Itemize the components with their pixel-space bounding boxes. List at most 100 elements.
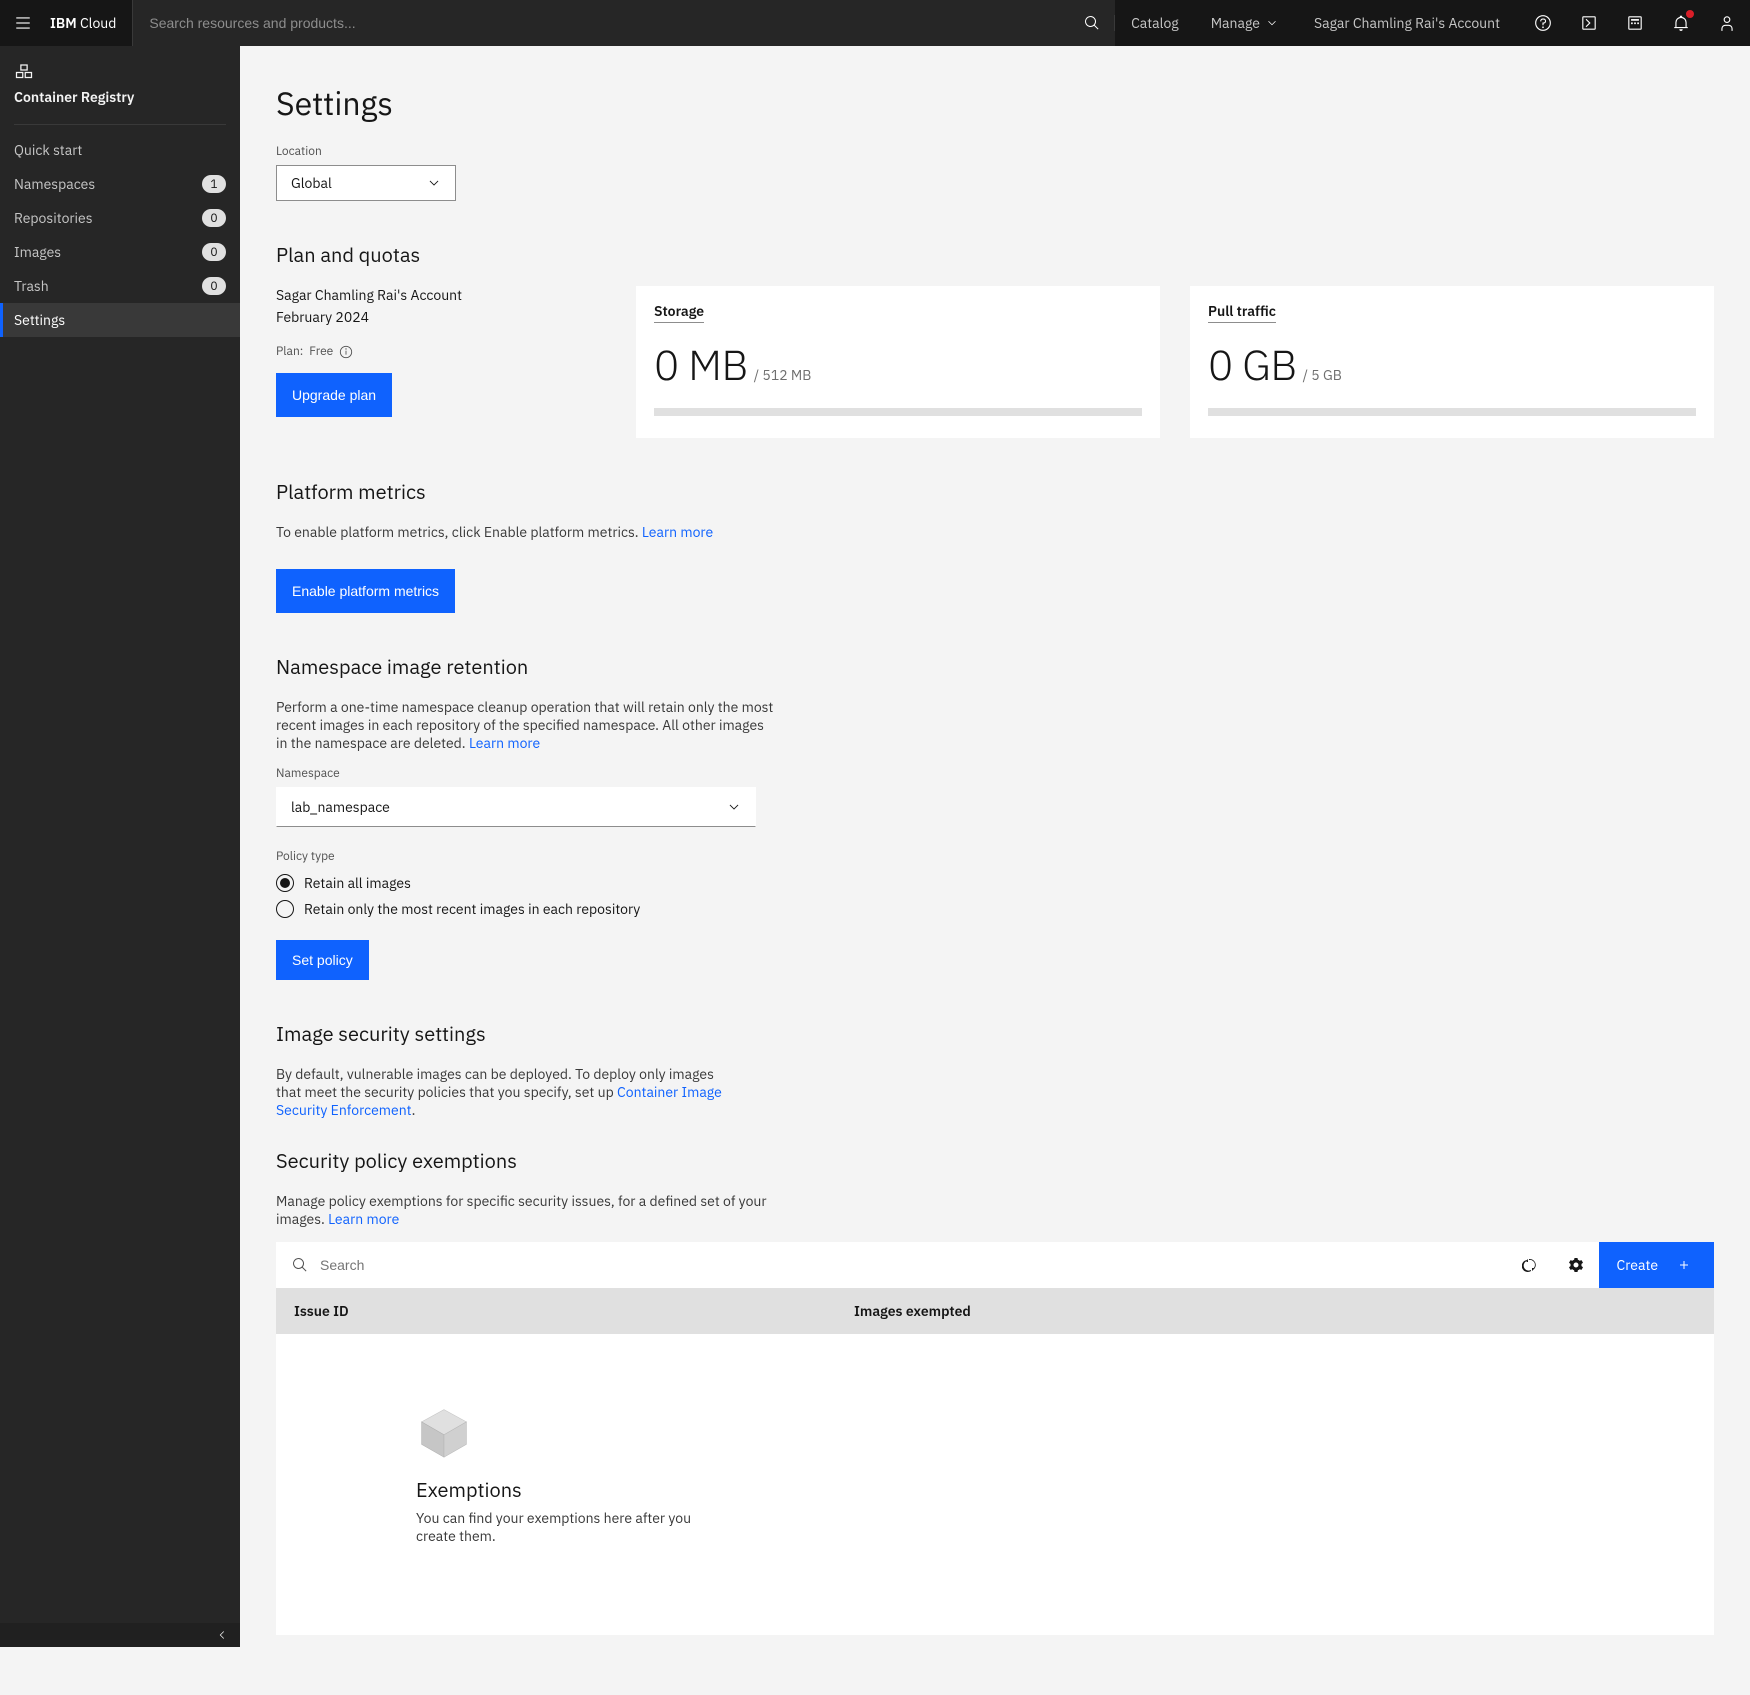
exemptions-empty-state: Exemptions You can find your exemptions … [276, 1334, 1714, 1635]
plan-heading: Plan and quotas [276, 241, 1714, 268]
empty-body: You can find your exemptions here after … [416, 1509, 716, 1545]
sidebar-collapse[interactable] [0, 1623, 240, 1647]
security-heading: Image security settings [276, 1020, 1714, 1047]
sidebar-item-label: Images [14, 243, 61, 261]
enable-platform-metrics-button[interactable]: Enable platform metrics [276, 569, 455, 613]
page-title: Settings [276, 82, 1714, 124]
shell-button[interactable] [1566, 0, 1612, 46]
hamburger-menu-button[interactable] [0, 0, 46, 46]
radio-label: Retain only the most recent images in ea… [304, 900, 640, 918]
exemptions-learn-more-link[interactable]: Learn more [328, 1210, 399, 1228]
metrics-body: To enable platform metrics, click Enable… [276, 523, 776, 541]
search-submit[interactable] [1069, 15, 1115, 31]
plan-month: February 2024 [276, 308, 606, 326]
search-icon [1084, 15, 1100, 31]
storage-title: Storage [654, 302, 704, 323]
namespace-label: Namespace [276, 766, 1714, 781]
chevron-down-icon [427, 176, 441, 190]
policy-retain-recent[interactable]: Retain only the most recent images in ea… [276, 900, 1714, 918]
top-bar: IBM Cloud Catalog Manage Sagar Chamling … [0, 0, 1750, 46]
sidebar: Container Registry Quick start Namespace… [0, 46, 240, 1647]
sidebar-item-quick-start[interactable]: Quick start [0, 133, 240, 167]
notification-dot [1686, 10, 1694, 18]
retention-learn-more-link[interactable]: Learn more [469, 734, 540, 752]
search-input[interactable] [133, 0, 1069, 46]
empty-title: Exemptions [416, 1476, 1694, 1503]
plan-row: Sagar Chamling Rai's Account February 20… [276, 286, 1714, 438]
container-registry-icon [14, 60, 226, 84]
notifications-button[interactable] [1658, 0, 1704, 46]
storage-cap: / 512 MB [754, 366, 812, 384]
storage-progress [654, 408, 1142, 416]
refresh-button[interactable] [1507, 1242, 1553, 1288]
security-body: By default, vulnerable images can be dep… [276, 1065, 736, 1119]
location-value: Global [291, 174, 332, 192]
pull-value: 0 GB [1208, 337, 1297, 392]
radio-label: Retain all images [304, 874, 411, 892]
brand-second: Cloud [80, 14, 116, 32]
upgrade-plan-button[interactable]: Upgrade plan [276, 373, 392, 417]
brand[interactable]: IBM Cloud [46, 0, 133, 46]
global-search [133, 0, 1115, 46]
radio-icon [276, 874, 294, 892]
storage-card: Storage 0 MB / 512 MB [636, 286, 1160, 438]
refresh-icon [1522, 1257, 1538, 1273]
main-content: Settings Location Global Plan and quotas… [240, 46, 1750, 1695]
namespace-select[interactable]: lab_namespace [276, 787, 756, 827]
sidebar-divider [14, 124, 226, 125]
account-switcher[interactable]: Sagar Chamling Rai's Account [1294, 0, 1520, 46]
plan-account: Sagar Chamling Rai's Account [276, 286, 606, 304]
sidebar-item-label: Namespaces [14, 175, 95, 193]
plus-icon [1676, 1257, 1692, 1273]
sidebar-badge: 1 [202, 175, 226, 193]
pull-title: Pull traffic [1208, 302, 1276, 323]
retention-heading: Namespace image retention [276, 653, 1714, 680]
nav-manage[interactable]: Manage [1195, 0, 1294, 46]
nav-catalog[interactable]: Catalog [1115, 0, 1195, 46]
location-label: Location [276, 144, 1714, 159]
terminal-icon [1580, 14, 1598, 32]
sidebar-item-settings[interactable]: Settings [0, 303, 240, 337]
sidebar-item-label: Quick start [14, 141, 82, 159]
gear-icon [1568, 1257, 1584, 1273]
sidebar-item-repositories[interactable]: Repositories 0 [0, 201, 240, 235]
chevron-left-icon [216, 1629, 228, 1641]
col-images-exempted[interactable]: Images exempted [836, 1302, 1714, 1320]
radio-icon [276, 900, 294, 918]
sidebar-title: Container Registry [14, 88, 226, 106]
help-button[interactable] [1520, 0, 1566, 46]
exemptions-heading: Security policy exemptions [276, 1147, 1714, 1174]
sidebar-item-label: Trash [14, 277, 49, 295]
menu-icon [14, 14, 32, 32]
calculator-icon [1626, 14, 1644, 32]
pull-progress [1208, 408, 1696, 416]
user-avatar-button[interactable] [1704, 0, 1750, 46]
sidebar-item-label: Repositories [14, 209, 93, 227]
col-issue-id[interactable]: Issue ID [276, 1302, 836, 1320]
exemptions-toolbar: Create [276, 1242, 1714, 1288]
cost-estimator-button[interactable] [1612, 0, 1658, 46]
search-icon [292, 1257, 308, 1273]
sidebar-item-namespaces[interactable]: Namespaces 1 [0, 167, 240, 201]
exemptions-table-header: Issue ID Images exempted [276, 1288, 1714, 1334]
metrics-heading: Platform metrics [276, 478, 1714, 505]
namespace-value: lab_namespace [291, 798, 390, 816]
brand-first: IBM [50, 14, 77, 32]
info-icon[interactable] [339, 345, 353, 359]
pull-cap: / 5 GB [1303, 366, 1342, 384]
exemptions-panel: Create Issue ID Images exempted Exemptio… [276, 1242, 1714, 1635]
pull-card: Pull traffic 0 GB / 5 GB [1190, 286, 1714, 438]
policy-retain-all[interactable]: Retain all images [276, 874, 1714, 892]
location-select[interactable]: Global [276, 165, 456, 201]
metrics-learn-more-link[interactable]: Learn more [642, 523, 713, 541]
policy-type-group: Retain all images Retain only the most r… [276, 874, 1714, 918]
settings-button[interactable] [1553, 1242, 1599, 1288]
policy-type-label: Policy type [276, 849, 1714, 864]
sidebar-badge: 0 [202, 243, 226, 261]
exemptions-search-input[interactable] [318, 1256, 1491, 1274]
sidebar-item-images[interactable]: Images 0 [0, 235, 240, 269]
help-icon [1534, 14, 1552, 32]
sidebar-item-trash[interactable]: Trash 0 [0, 269, 240, 303]
set-policy-button[interactable]: Set policy [276, 940, 369, 980]
create-exemption-button[interactable]: Create [1599, 1242, 1714, 1288]
